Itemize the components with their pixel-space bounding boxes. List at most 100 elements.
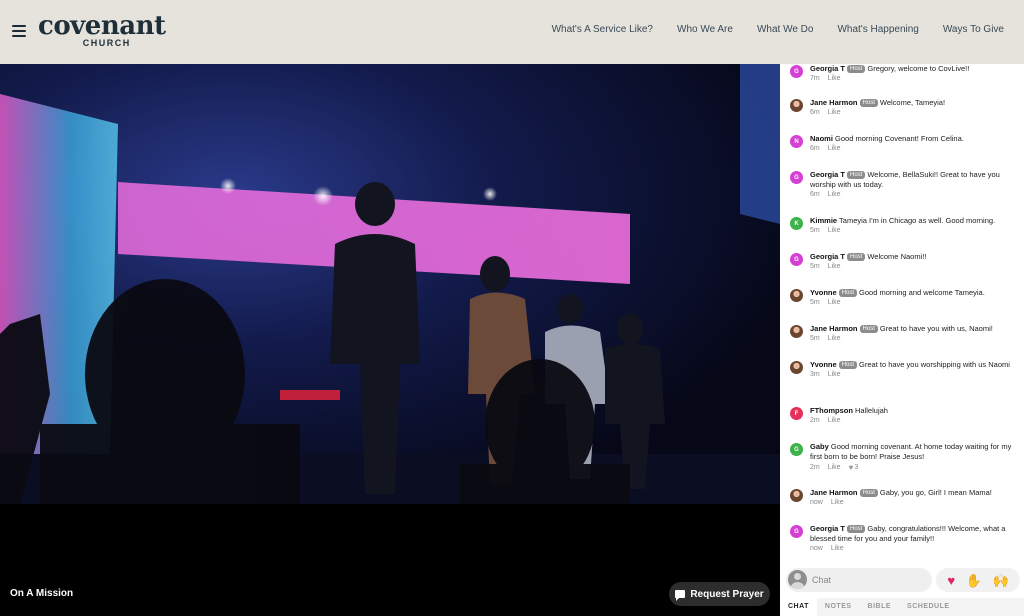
like-button[interactable]: Like: [831, 545, 844, 552]
avatar[interactable]: G: [790, 525, 803, 538]
nav-who-we-are[interactable]: Who We Are: [677, 24, 733, 35]
like-button[interactable]: Like: [828, 263, 841, 270]
message-author[interactable]: Georgia T: [810, 64, 845, 73]
message-time: 6m: [810, 145, 820, 152]
like-button[interactable]: Like: [828, 371, 841, 378]
host-badge: Host: [859, 325, 878, 333]
avatar[interactable]: F: [790, 407, 803, 420]
message-body: Jane Harmon Host Great to have you with us…: [810, 324, 1018, 334]
chat-bubble-icon: [675, 590, 686, 601]
avatar[interactable]: [790, 489, 803, 502]
heart-count: ♥ 3: [849, 463, 859, 472]
reaction-bar: ♥ ✋ 🙌: [936, 568, 1020, 592]
avatar[interactable]: G: [790, 443, 803, 456]
host-badge: Host: [838, 289, 858, 297]
avatar[interactable]: G: [790, 65, 803, 78]
avatar[interactable]: G: [790, 171, 803, 184]
message-body: Georgia T Host Welcome Naomi!!: [810, 252, 1018, 262]
message-author[interactable]: Georgia T: [810, 524, 845, 533]
message-time: 6m: [810, 109, 820, 116]
message-author[interactable]: Jane Harmon: [810, 324, 858, 333]
nav-ways-to-give[interactable]: Ways To Give: [943, 24, 1004, 35]
chat-message: G Georgia T Host Welcome Naomi!! 5m Like: [790, 252, 1018, 270]
clapping-hands-icon[interactable]: ✋: [966, 574, 982, 587]
message-text: Hallelujah: [855, 406, 888, 415]
message-author[interactable]: Jane Harmon: [810, 488, 858, 497]
message-author[interactable]: Jane Harmon: [810, 98, 858, 107]
like-button[interactable]: Like: [828, 417, 841, 424]
like-button[interactable]: Like: [828, 227, 841, 234]
message-time: 6m: [810, 191, 820, 198]
tab-notes[interactable]: NOTES: [817, 598, 860, 616]
video-player[interactable]: [0, 64, 780, 504]
chat-message: Jane Harmon Host Welcome, Tameyia! 6m Like: [790, 98, 1018, 116]
message-body: Gaby Good morning covenant. At home toda…: [810, 442, 1018, 462]
main-nav: What's A Service Like? Who We Are What W…: [552, 24, 1004, 35]
like-button[interactable]: Like: [828, 109, 841, 116]
message-body: Georgia T Host Welcome, BellaSuki!! Great …: [810, 170, 1018, 190]
user-avatar: [788, 570, 807, 589]
message-time: now: [810, 545, 823, 552]
request-prayer-button[interactable]: Request Prayer: [669, 582, 770, 606]
message-author[interactable]: Kimmie: [810, 216, 837, 225]
host-badge: Host: [847, 171, 866, 179]
heart-count-value: 3: [854, 464, 859, 471]
message-meta: 6m Like: [810, 191, 1018, 198]
like-button[interactable]: Like: [828, 335, 841, 342]
avatar[interactable]: N: [790, 135, 803, 148]
message-author[interactable]: Yvonne: [810, 288, 837, 297]
chat-input[interactable]: [786, 568, 932, 592]
like-button[interactable]: Like: [828, 299, 841, 306]
message-text: Good morning Covenant! From Celina.: [835, 134, 964, 143]
like-button[interactable]: Like: [828, 145, 841, 152]
chat-message: Jane Harmon Host Gaby, you go, Girl! I mea…: [790, 488, 1018, 506]
chat-panel: G Georgia T Host Gregory, welcome to CovLiv…: [780, 64, 1024, 616]
hamburger-menu-icon[interactable]: [12, 25, 26, 37]
message-meta: 6m Like: [810, 109, 1018, 116]
message-meta: 2m Like: [810, 417, 1018, 424]
avatar[interactable]: [790, 325, 803, 338]
like-button[interactable]: Like: [828, 75, 841, 82]
message-meta: 6m Like: [810, 145, 1018, 152]
host-badge: Host: [838, 361, 858, 369]
message-meta: now Like: [810, 499, 1018, 506]
chat-message: K Kimmie Tameyia I'm in Chicago as well. …: [790, 216, 1018, 234]
message-body: Georgia T Host Gaby, congratulations!!! We…: [810, 524, 1018, 544]
message-body: Kimmie Tameyia I'm in Chicago as well. G…: [810, 216, 1018, 226]
raised-hands-icon[interactable]: 🙌: [992, 574, 1008, 587]
message-time: now: [810, 499, 823, 506]
like-button[interactable]: Like: [828, 191, 841, 198]
tab-schedule[interactable]: SCHEDULE: [899, 598, 958, 616]
tab-bible[interactable]: BIBLE: [860, 598, 900, 616]
like-button[interactable]: Like: [828, 464, 841, 471]
message-author[interactable]: Georgia T: [810, 170, 845, 179]
message-author[interactable]: FThompson: [810, 406, 853, 415]
heart-icon[interactable]: ♥: [947, 574, 955, 587]
avatar[interactable]: [790, 289, 803, 302]
like-button[interactable]: Like: [831, 499, 844, 506]
request-prayer-label: Request Prayer: [690, 588, 764, 600]
message-author[interactable]: Georgia T: [810, 252, 845, 261]
message-meta: 2m Like ♥ 3: [810, 463, 1018, 472]
avatar[interactable]: G: [790, 253, 803, 266]
message-text: Welcome, Tameyia!: [879, 98, 946, 107]
chat-input-row: ♥ ✋ 🙌: [786, 568, 1022, 592]
message-author[interactable]: Naomi: [810, 134, 833, 143]
avatar[interactable]: [790, 99, 803, 112]
tab-chat[interactable]: CHAT: [780, 598, 817, 616]
message-time: 2m: [810, 464, 820, 471]
message-body: Jane Harmon Host Welcome, Tameyia!: [810, 98, 1018, 108]
nav-what-we-do[interactable]: What We Do: [757, 24, 814, 35]
chat-message: G Gaby Good morning covenant. At home tod…: [790, 442, 1018, 472]
avatar[interactable]: [790, 361, 803, 374]
message-author[interactable]: Yvonne: [810, 360, 837, 369]
nav-whats-happening[interactable]: What's Happening: [837, 24, 918, 35]
chat-message-list[interactable]: G Georgia T Host Gregory, welcome to CovLiv…: [780, 64, 1024, 564]
nav-service[interactable]: What's A Service Like?: [552, 24, 653, 35]
logo-wordmark: covenant: [38, 11, 166, 41]
message-text: Good morning and welcome Tameyia.: [859, 288, 985, 297]
church-logo[interactable]: covenant CHURCH: [38, 13, 166, 48]
avatar[interactable]: K: [790, 217, 803, 230]
message-author[interactable]: Gaby: [810, 442, 829, 451]
chat-message: F FThompson Hallelujah 2m Like: [790, 406, 1018, 424]
